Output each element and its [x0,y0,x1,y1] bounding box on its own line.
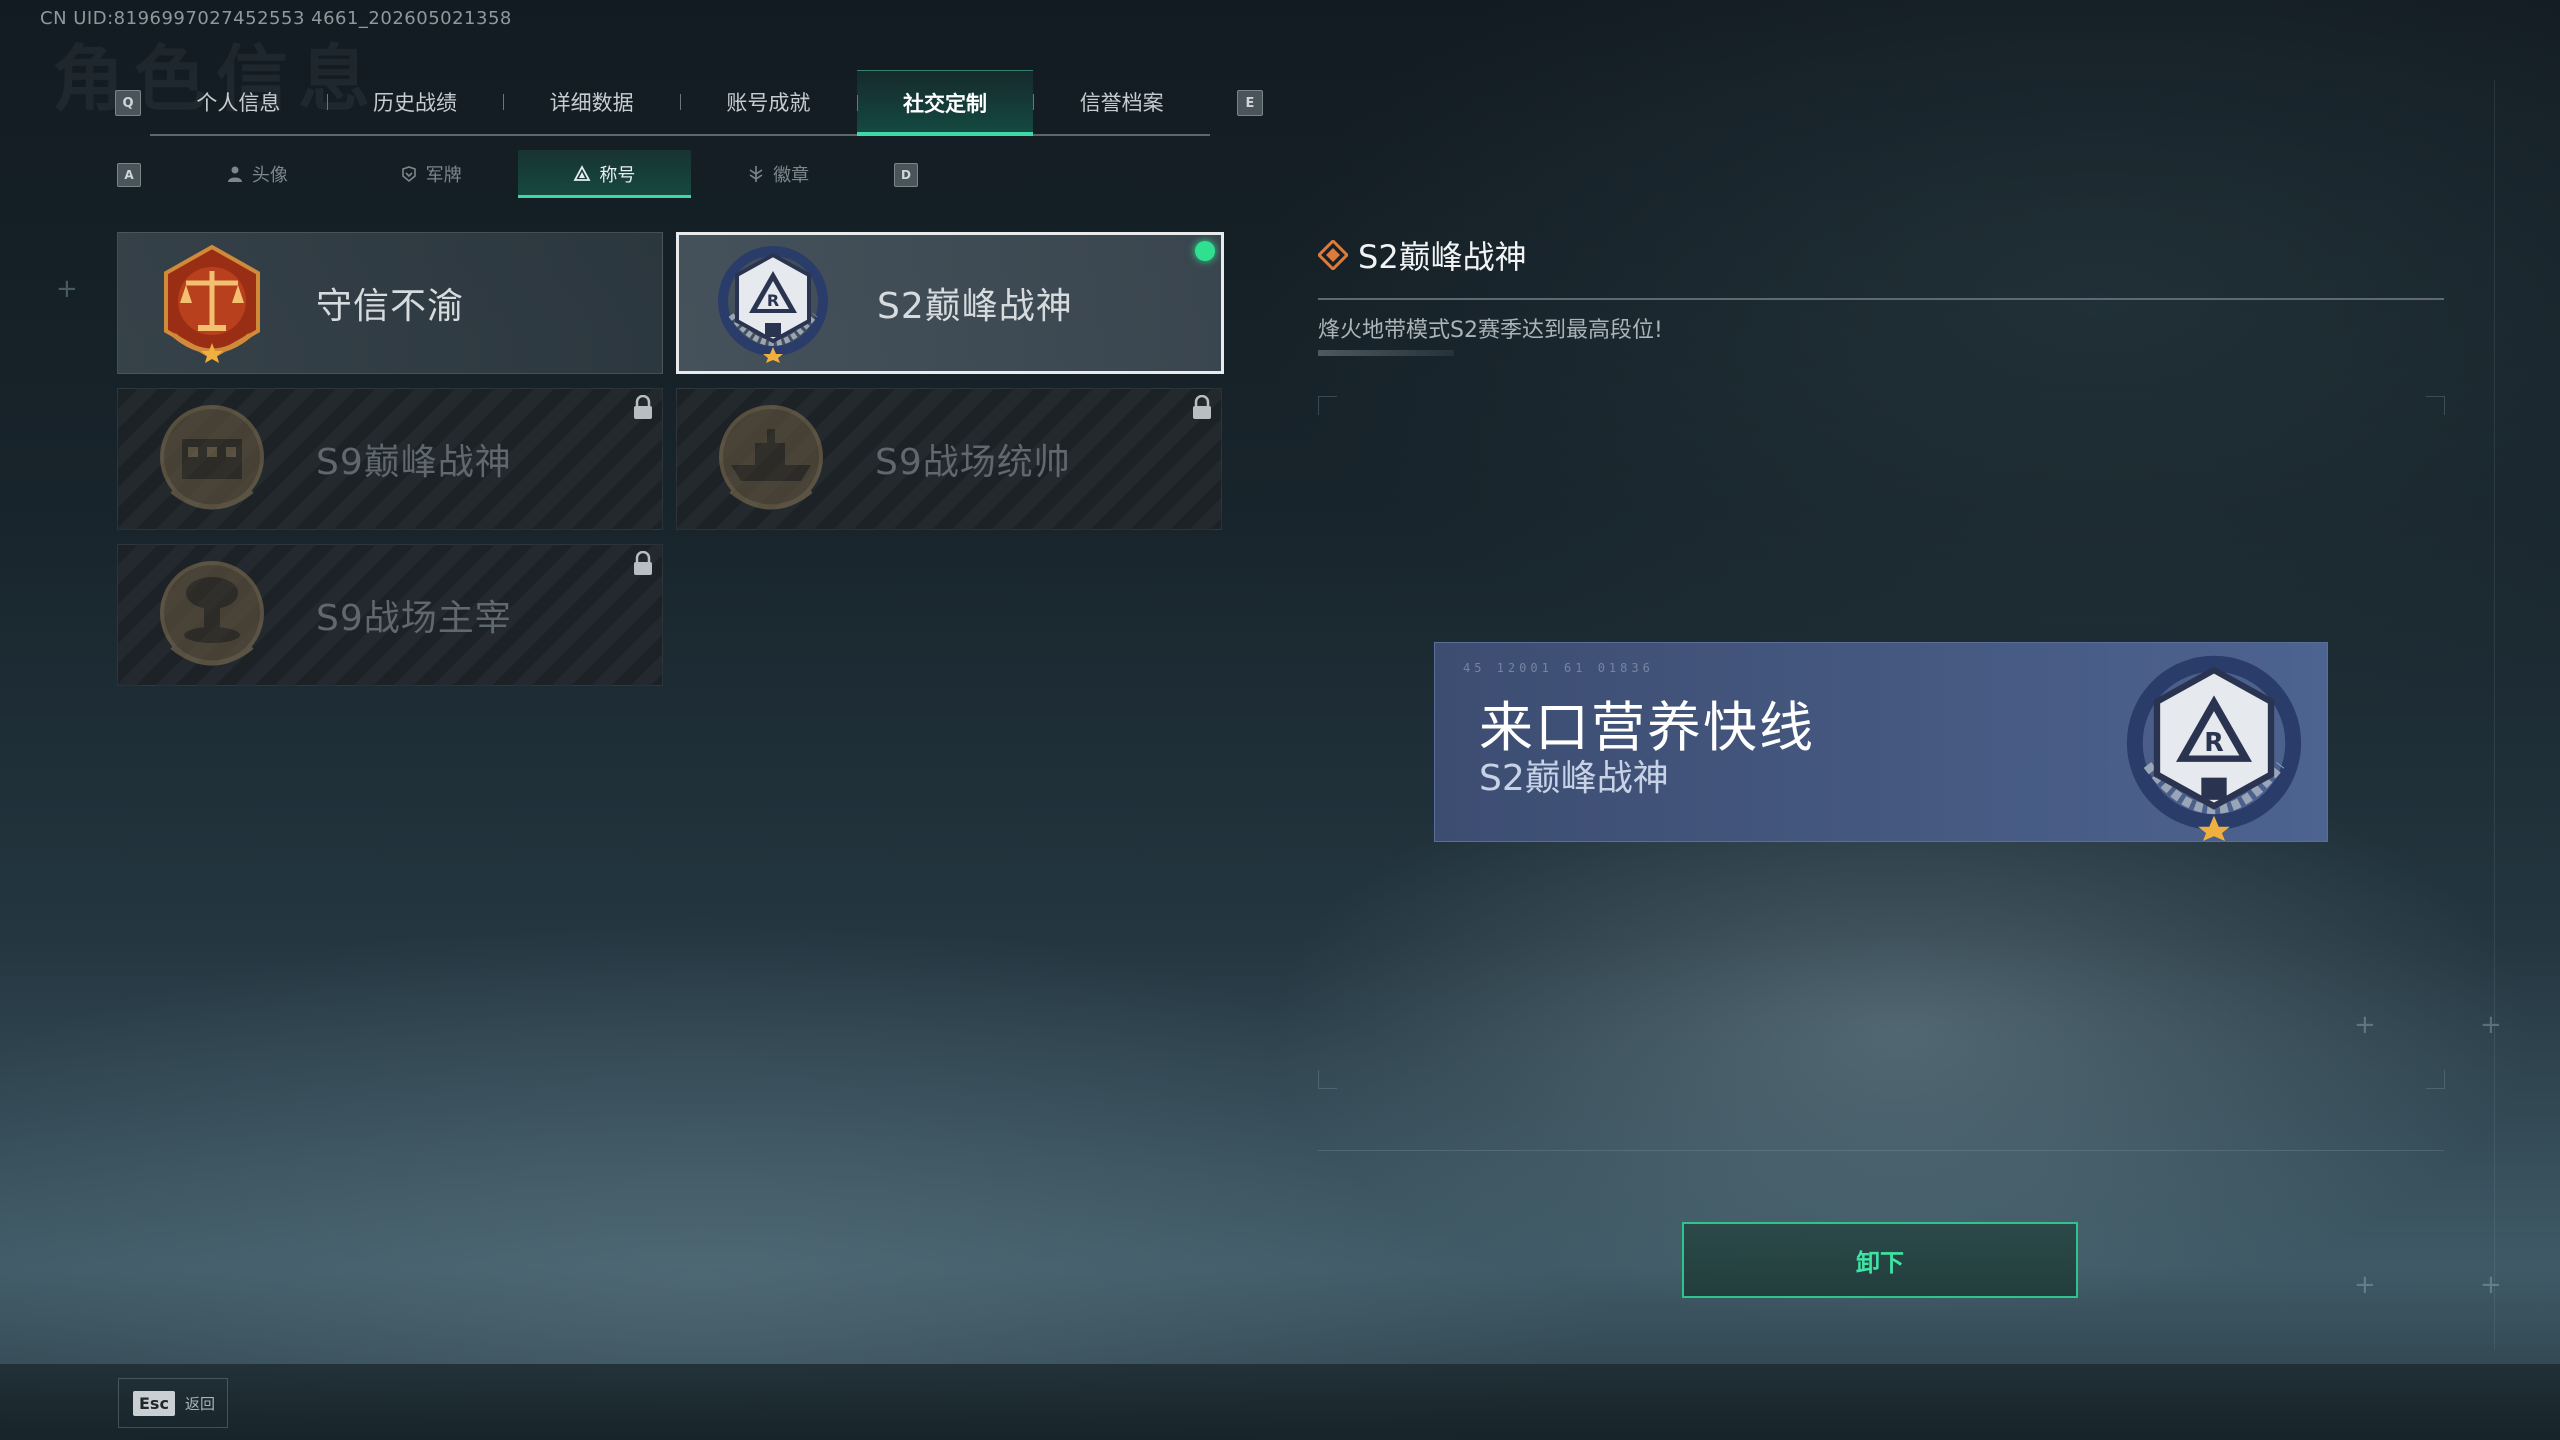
warship-emblem-icon [719,405,823,510]
detail-title-text: S2巅峰战神 [1358,238,1527,276]
next-subtab-key[interactable]: D [894,163,918,187]
main-tabs: 个人信息 历史战绩 详细数据 账号成就 社交定制 信誉档案 [150,70,1210,136]
title-card-name: S9战场主宰 [316,598,512,639]
next-tab-key[interactable]: E [1237,90,1263,116]
banner-code: 45 12001 61 01836 [1463,661,1654,675]
subtab-dogtag-label: 军牌 [425,165,462,186]
uid-label: CN UID:8196997027452553 4661_20260502135… [40,8,512,29]
title-card-s2-peak[interactable]: R S2巅峰战神 [676,232,1224,374]
subtab-badge-label: 徽章 [773,165,810,186]
mushroom-cloud-emblem-icon [160,561,264,666]
badge-icon [749,166,763,182]
subtab-badge[interactable]: 徽章 [691,150,865,198]
svg-text:R: R [2204,727,2224,757]
subtab-avatar[interactable]: 头像 [170,150,344,198]
tab-social-custom[interactable]: 社交定制 [856,70,1034,136]
subtab-title-label: 称号 [599,165,636,186]
subtab-title[interactable]: 称号 [517,150,692,198]
prev-tab-key[interactable]: Q [115,90,141,116]
r-shield-emblem-icon: R [2126,655,2302,841]
bottom-bar [0,1364,2560,1440]
title-card-s9-peak[interactable]: S9巅峰战神 [117,388,663,530]
detail-description: 烽火地带模式S2赛季达到最高段位! [1318,318,1663,343]
lock-icon [1193,395,1211,419]
detail-title: S2巅峰战神 [1318,232,1527,278]
title-card-shouxin[interactable]: 守信不渝 [117,232,663,374]
fortress-emblem-icon [160,405,264,510]
esc-key: Esc [133,1390,175,1416]
sub-tabs: 头像 军牌 称号 徽章 [170,150,865,198]
back-label: 返回 [184,1394,215,1413]
title-card-s9-commander[interactable]: S9战场统帅 [676,388,1222,530]
detail-deco-bar [1318,350,1454,356]
scales-emblem-icon [164,244,260,363]
title-card-name: S9巅峰战神 [316,442,512,483]
title-card-name: S9战场统帅 [875,442,1071,483]
tab-personal-info[interactable]: 个人信息 [150,70,327,134]
prev-subtab-key[interactable]: A [117,163,141,187]
subtab-avatar-label: 头像 [251,165,288,186]
dogtag-icon [401,166,416,183]
title-card-name: 守信不渝 [316,286,465,327]
banner-title: S2巅峰战神 [1479,758,1669,799]
title-preview-banner: 45 12001 61 01836 来口营养快线 S2巅峰战神 R [1434,642,2328,842]
r-shield-emblem-icon: R [718,246,828,363]
unequip-button[interactable]: 卸下 [1682,1222,2078,1298]
svg-text:R: R [767,291,779,310]
person-icon [227,166,242,182]
detail-divider [1318,298,2444,300]
back-button[interactable]: Esc 返回 [118,1378,228,1428]
tab-credit-record[interactable]: 信誉档案 [1033,70,1210,134]
equipped-indicator [1195,241,1215,261]
lock-icon [634,395,652,419]
subtab-dogtag[interactable]: 军牌 [344,150,518,198]
title-triangle-icon [573,165,591,181]
tab-achievements[interactable]: 账号成就 [680,70,857,134]
diamond-icon [1318,240,1348,270]
lock-icon [634,551,652,575]
tab-detailed-data[interactable]: 详细数据 [503,70,680,134]
title-card-s9-dominator[interactable]: S9战场主宰 [117,544,663,686]
tab-match-history[interactable]: 历史战绩 [326,70,504,134]
title-card-name: S2巅峰战神 [877,286,1073,327]
